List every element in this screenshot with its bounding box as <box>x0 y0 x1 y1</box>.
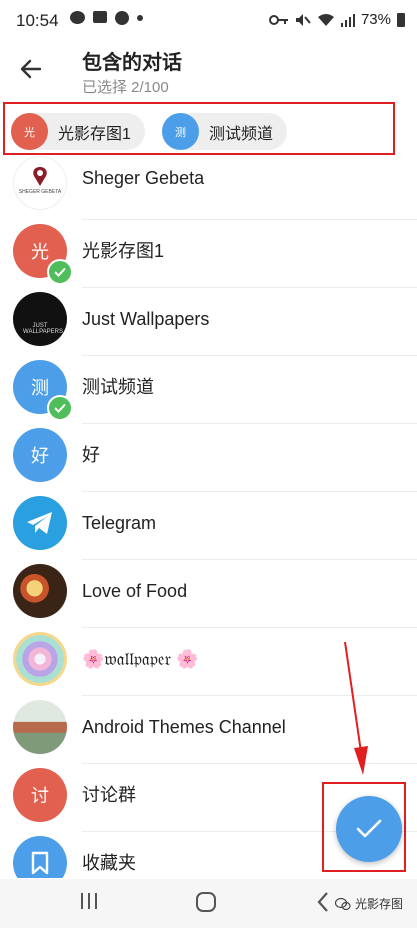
chat-avatar <box>13 496 67 550</box>
chat-name: Love of Food <box>82 581 188 601</box>
chat-row[interactable]: Love of Food <box>0 560 417 628</box>
key-icon <box>268 14 288 25</box>
wifi-icon <box>317 13 334 26</box>
checkmark-icon <box>356 819 382 838</box>
chat-name: 🌸𝔴𝔞𝔩𝔩𝔭𝔞𝔭𝔢𝔯 🌸 <box>82 649 199 669</box>
home-icon[interactable] <box>195 891 217 913</box>
selected-chip[interactable]: 测 测试频道 <box>162 113 288 150</box>
chat-name: Telegram <box>82 513 157 533</box>
chat-name: 讨论群 <box>82 785 136 805</box>
chat-avatar: 好 <box>13 428 67 482</box>
chat-name: 好 <box>82 445 100 465</box>
gallery-icon <box>93 11 107 23</box>
chat-row[interactable]: 🌸𝔴𝔞𝔩𝔩𝔭𝔞𝔭𝔢𝔯 🌸 <box>0 628 417 696</box>
page-title: 包含的对话 <box>82 52 182 74</box>
status-bar: 10:54 73% <box>0 0 417 40</box>
chat-name: 光影存图1 <box>82 241 165 261</box>
chat-avatar-logo: JUST WALLPAPERS <box>13 292 67 346</box>
chat-row[interactable]: Telegram <box>0 492 417 560</box>
selected-check-icon <box>47 395 73 421</box>
selected-chip[interactable]: 光 光影存图1 <box>11 113 145 150</box>
chat-avatar-photo <box>13 564 67 618</box>
system-nav-bar: 光影存图 <box>0 879 417 928</box>
chip-label: 测试频道 <box>209 125 274 143</box>
nav-back-icon[interactable] <box>316 891 330 913</box>
chat-avatar-photo <box>13 700 67 754</box>
chat-name: 测试频道 <box>82 377 154 397</box>
back-arrow-icon[interactable] <box>18 56 44 82</box>
recent-apps-icon[interactable] <box>80 891 98 911</box>
chat-row[interactable]: SHEGER GEBETA Sheger Gebeta <box>0 152 417 220</box>
status-time: 10:54 <box>16 11 59 30</box>
chat-name: 收藏夹 <box>82 853 136 873</box>
chat-row[interactable]: 光 光影存图1 <box>0 220 417 288</box>
avatar-logo-text: SHEGER GEBETA <box>18 188 62 195</box>
mute-icon <box>295 13 311 26</box>
chip-avatar: 光 <box>11 113 48 150</box>
selected-check-icon <box>47 259 73 285</box>
chat-avatar-photo <box>13 632 67 686</box>
system-status-icons: 73% <box>268 11 405 28</box>
chip-avatar: 测 <box>162 113 199 150</box>
chat-name: Android Themes Channel <box>82 717 286 737</box>
chat-avatar-logo: SHEGER GEBETA <box>13 156 67 210</box>
chat-row[interactable]: Android Themes Channel <box>0 696 417 764</box>
chip-label: 光影存图1 <box>58 125 131 143</box>
battery-icon <box>397 12 405 27</box>
bookmark-icon <box>31 851 49 875</box>
watermark: 光影存图 <box>334 895 403 912</box>
chat-avatar: 讨 <box>13 768 67 822</box>
signal-icon <box>340 13 355 27</box>
chat-name: Sheger Gebeta <box>82 168 205 188</box>
notification-icons <box>70 11 143 25</box>
chat-row[interactable]: 测 测试频道 <box>0 356 417 424</box>
battery-percent: 73% <box>360 11 391 28</box>
map-pin-icon <box>33 166 47 186</box>
more-notifications-dot-icon <box>137 15 143 21</box>
selection-count: 已选择 2/100 <box>82 79 169 96</box>
chat-row[interactable]: 好 好 <box>0 424 417 492</box>
wechat-icon <box>70 11 85 24</box>
wechat-official-icon <box>334 897 351 910</box>
chat-name: Just Wallpapers <box>82 309 210 329</box>
chat-avatar <box>13 836 67 878</box>
chat-row[interactable]: JUST WALLPAPERS Just Wallpapers <box>0 288 417 356</box>
watermark-text: 光影存图 <box>354 897 403 911</box>
paw-icon <box>115 11 129 25</box>
chat-list: SHEGER GEBETA Sheger Gebeta 光 光影存图1 JUST… <box>0 152 417 878</box>
app-header: 包含的对话 已选择 2/100 <box>0 40 417 100</box>
telegram-plane-icon <box>27 512 52 534</box>
confirm-button[interactable] <box>336 796 402 862</box>
avatar-logo-text: JUST WALLPAPERS <box>23 323 64 335</box>
